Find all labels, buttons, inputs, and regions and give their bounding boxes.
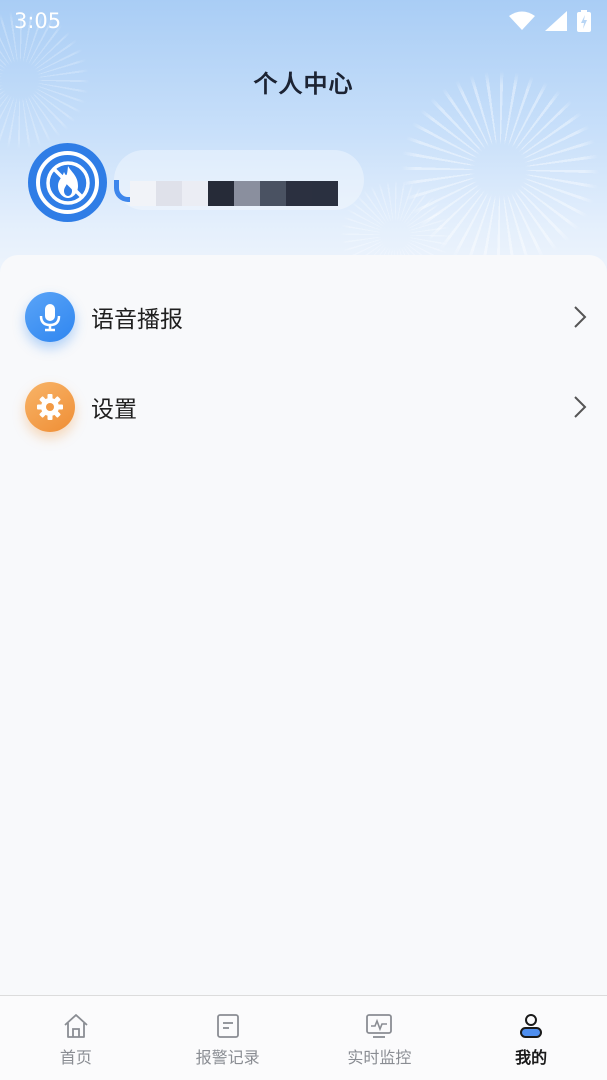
microphone-icon <box>25 292 75 342</box>
tab-alarm-records[interactable]: 报警记录 <box>152 996 304 1080</box>
battery-icon <box>577 10 591 32</box>
tab-label: 实时监控 <box>347 1048 412 1067</box>
fire-prohibited-icon <box>36 151 99 214</box>
tab-label: 首页 <box>59 1048 92 1067</box>
bottom-tab-bar: 首页 报警记录 实时监控 我的 <box>0 995 607 1080</box>
home-icon <box>62 1012 90 1040</box>
tab-home[interactable]: 首页 <box>0 996 152 1080</box>
monitor-icon <box>365 1012 393 1040</box>
document-icon <box>214 1012 242 1040</box>
signal-icon <box>545 11 567 31</box>
avatar[interactable] <box>28 143 107 222</box>
tab-mine[interactable]: 我的 <box>455 996 607 1080</box>
status-time: 3:05 <box>14 9 62 33</box>
username-redacted <box>130 181 338 206</box>
status-bar: 3:05 <box>0 0 607 42</box>
menu-item-label: 语音播报 <box>91 307 183 333</box>
status-icons <box>509 10 591 32</box>
page-title: 个人中心 <box>253 70 354 98</box>
tab-label: 我的 <box>515 1048 548 1067</box>
menu-item-settings[interactable]: 设置 <box>0 362 607 452</box>
menu-item-voice-broadcast[interactable]: 语音播报 <box>0 272 607 362</box>
tab-live-monitor[interactable]: 实时监控 <box>304 996 456 1080</box>
wifi-icon <box>509 11 535 30</box>
tab-label: 报警记录 <box>195 1048 260 1067</box>
chevron-right-icon <box>574 396 587 418</box>
menu-item-label: 设置 <box>91 397 137 423</box>
gear-icon <box>25 382 75 432</box>
chevron-right-icon <box>574 306 587 328</box>
user-icon <box>517 1012 545 1040</box>
